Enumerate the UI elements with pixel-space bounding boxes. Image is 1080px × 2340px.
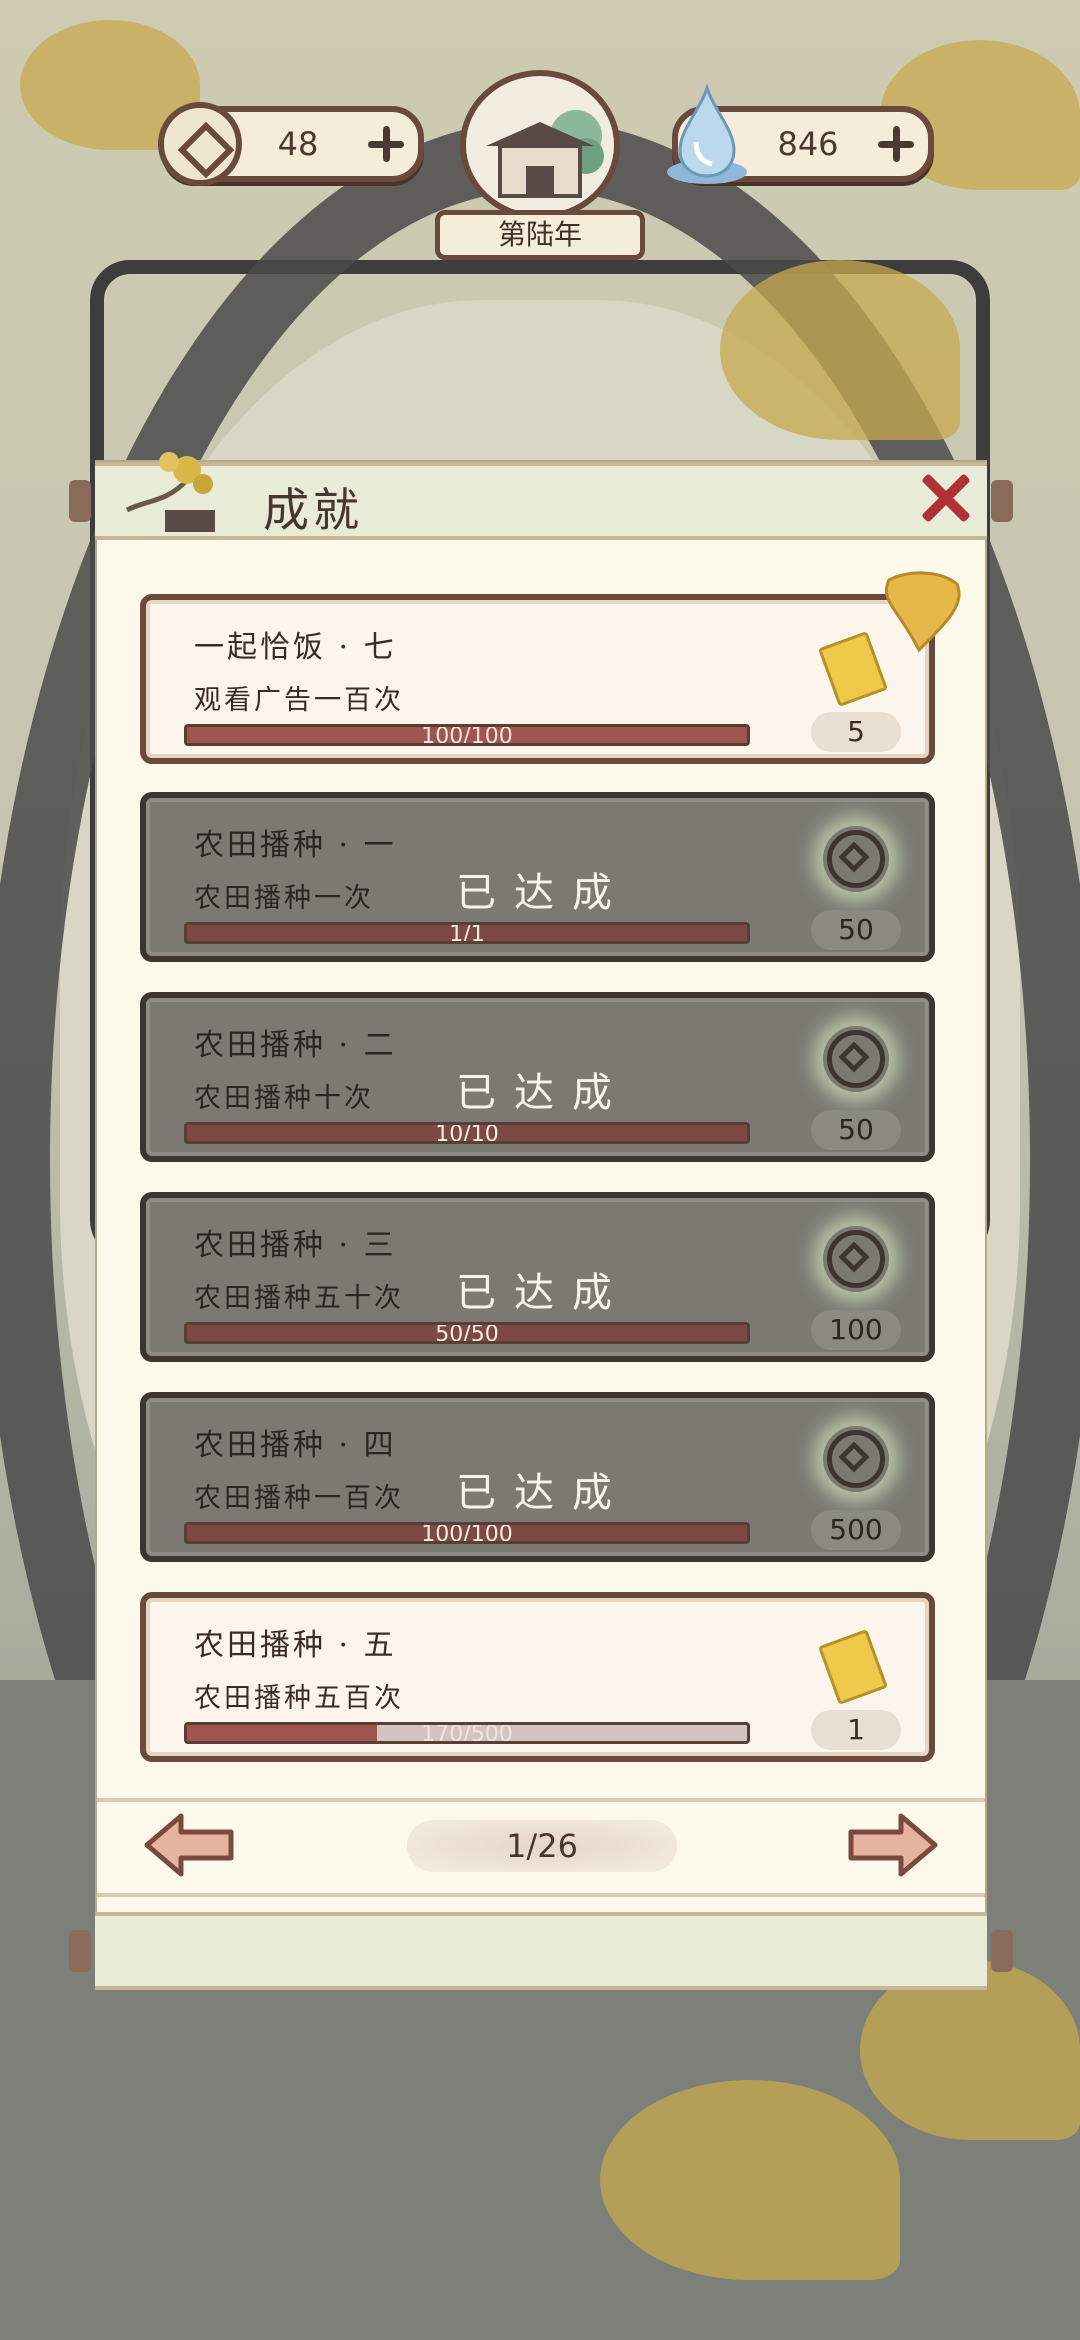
water-drop-icon: [667, 83, 747, 184]
completed-label: 已达成: [456, 1470, 630, 1516]
achievement-desc: 观看广告一百次: [194, 685, 404, 716]
progress-bar: 10/10: [184, 1122, 750, 1144]
year-label: 第陆年: [435, 210, 645, 260]
reward-amount: 100: [811, 1310, 901, 1350]
progress-text: 10/10: [435, 1122, 499, 1144]
achievement-desc: 农田播种十次: [194, 1083, 374, 1114]
achievement-card: 农田播种 · 四 农田播种一百次 已达成 100/100 500: [140, 1392, 935, 1562]
coin-icon: [823, 826, 889, 892]
prev-page-button[interactable]: [141, 1810, 237, 1880]
progress-text: 100/100: [421, 724, 513, 746]
ticket-icon: [817, 1628, 889, 1706]
progress-bar: 1/1: [184, 922, 750, 944]
achievement-name: 农田播种 · 二: [194, 1028, 397, 1063]
achievement-name: 一起恰饭 · 七: [194, 630, 397, 665]
next-page-button[interactable]: [845, 1810, 941, 1880]
scroll-rod-left: [69, 1930, 91, 1972]
achievement-desc: 农田播种一百次: [194, 1483, 404, 1514]
achievement-desc: 农田播种一次: [194, 883, 374, 914]
coin-icon: [823, 1026, 889, 1092]
bonsai-icon: [125, 452, 215, 532]
ginkgo-leaf: [720, 260, 960, 440]
ginkgo-leaf: [600, 2080, 900, 2280]
scroll-rod-left: [69, 480, 91, 522]
achievement-card: 农田播种 · 五 农田播种五百次 170/500 1: [140, 1592, 935, 1762]
spirit-value: 846: [777, 125, 839, 163]
scroll-rod-right: [991, 1930, 1013, 1972]
progress-bar: 100/100: [184, 1522, 750, 1544]
reward-amount: 500: [811, 1510, 901, 1550]
coin-value: 48: [277, 125, 319, 163]
progress-bar: 170/500: [184, 1722, 750, 1744]
year-badge[interactable]: 第陆年: [435, 70, 645, 260]
completed-label: 已达成: [456, 1070, 630, 1116]
progress-text: 100/100: [421, 1522, 513, 1544]
coin-counter[interactable]: 48: [158, 102, 424, 186]
coin-icon: [158, 102, 242, 186]
achievement-card: 农田播种 · 二 农田播种十次 已达成 10/10 50: [140, 992, 935, 1162]
achievement-name: 农田播种 · 四: [194, 1428, 397, 1463]
panel-header: 成就: [69, 452, 1013, 540]
progress-text: 170/500: [421, 1722, 513, 1744]
completed-label: 已达成: [456, 1270, 630, 1316]
achievement-name: 农田播种 · 五: [194, 1628, 397, 1663]
reward-amount: 5: [811, 712, 901, 752]
divider: [97, 1798, 985, 1802]
panel-title: 成就: [263, 483, 363, 537]
achievement-desc: 农田播种五十次: [194, 1283, 404, 1314]
pavilion-icon: [460, 70, 620, 220]
scroll-rod-right: [991, 480, 1013, 522]
progress-text: 1/1: [449, 922, 485, 944]
achievement-card: 一起恰饭 · 七 观看广告一百次 100/100 5: [140, 571, 961, 764]
reward-amount: 50: [811, 910, 901, 950]
achievement-card: 农田播种 · 一 农田播种一次 已达成 1/1 50: [140, 792, 935, 962]
reward-amount: 50: [811, 1110, 901, 1150]
page-indicator: 1/26: [407, 1820, 677, 1872]
coin-icon: [823, 1426, 889, 1492]
completed-label: 已达成: [456, 870, 630, 916]
coin-icon: [823, 1226, 889, 1292]
close-button[interactable]: [917, 470, 973, 526]
progress-bar: 100/100: [184, 724, 750, 746]
achievement-name: 农田播种 · 一: [194, 828, 397, 863]
spirit-counter[interactable]: 846: [667, 83, 934, 184]
progress-bar: 50/50: [184, 1322, 750, 1344]
panel-footer: [69, 1912, 1013, 1990]
achievement-card: 农田播种 · 三 农田播种五十次 已达成 50/50 100: [140, 1192, 935, 1362]
divider: [97, 1893, 985, 1897]
add-spirit-icon[interactable]: [878, 126, 914, 162]
achievements-panel: 成就 一起恰饭 · 七 观看广告一百次 100/100 5 农田播种 · 一 农…: [69, 452, 1013, 1990]
reward-amount: 1: [811, 1710, 901, 1750]
add-coins-icon[interactable]: [368, 126, 404, 162]
achievement-name: 农田播种 · 三: [194, 1228, 397, 1263]
pager: 1/26: [97, 1798, 985, 1918]
ginkgo-leaf-icon: [884, 571, 961, 653]
achievement-desc: 农田播种五百次: [194, 1683, 404, 1714]
progress-text: 50/50: [435, 1322, 499, 1344]
